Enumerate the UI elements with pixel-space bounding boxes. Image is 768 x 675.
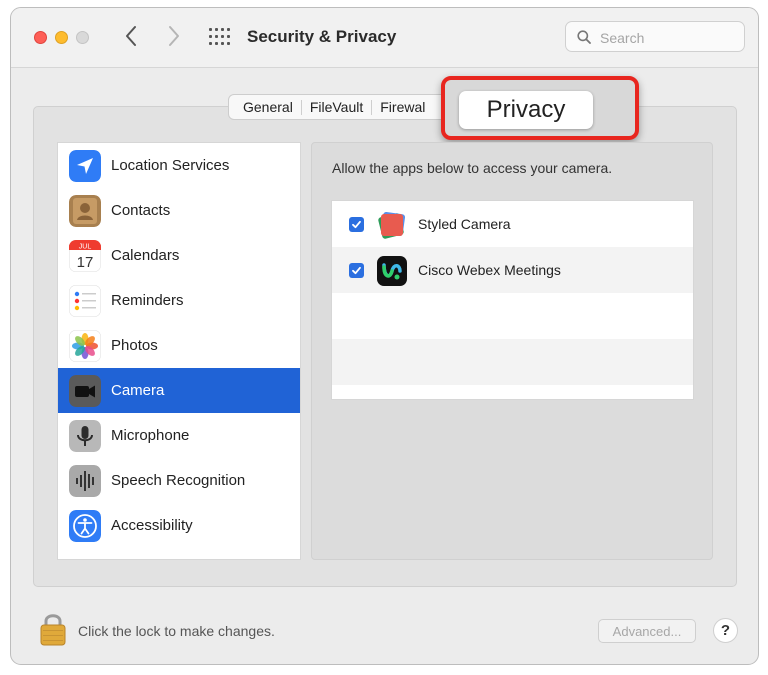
chevron-left-icon <box>126 26 136 46</box>
privacy-tab-highlight: Privacy <box>441 76 639 140</box>
calendar-day: 17 <box>77 254 94 271</box>
search-input[interactable] <box>598 26 742 50</box>
tab-general[interactable]: General <box>235 99 301 115</box>
tab-bar: General FileVault Firewal <box>228 94 458 120</box>
sidebar-item-label: Camera <box>111 382 165 399</box>
camera-access-panel: Allow the apps below to access your came… <box>311 142 713 560</box>
tab-firewall[interactable]: Firewal <box>372 99 433 115</box>
sidebar-item-photos[interactable]: Photos <box>58 323 300 368</box>
close-window-button[interactable] <box>34 31 47 44</box>
calendar-month: JUL <box>79 243 92 250</box>
lock-message: Click the lock to make changes. <box>78 623 275 639</box>
photos-icon <box>69 329 101 362</box>
forward-button[interactable] <box>167 25 181 52</box>
lock-icon[interactable] <box>39 611 67 647</box>
contacts-icon <box>69 194 101 227</box>
sidebar-item-reminders[interactable]: Reminders <box>58 278 300 323</box>
window-title: Security & Privacy <box>247 27 397 46</box>
sidebar-item-label: Speech Recognition <box>111 472 246 489</box>
back-button[interactable] <box>124 25 138 52</box>
checkmark-icon <box>352 220 361 229</box>
reminders-icon <box>69 284 101 317</box>
title-bar: Security & Privacy <box>11 8 758 68</box>
app-checkbox[interactable] <box>349 263 364 278</box>
sidebar-item-speech-recognition[interactable]: Speech Recognition <box>58 458 300 503</box>
sidebar-item-label: Reminders <box>111 292 184 309</box>
help-button[interactable]: ? <box>713 618 738 643</box>
app-row-cisco-webex-meetings: Cisco Webex Meetings <box>332 247 693 293</box>
sidebar-item-label: Accessibility <box>111 517 193 534</box>
accessibility-icon <box>69 509 101 542</box>
sidebar-item-accessibility[interactable]: Accessibility <box>58 503 300 548</box>
advanced-button[interactable]: Advanced... <box>598 619 696 643</box>
checkmark-icon <box>352 266 361 275</box>
app-list: Styled Camera Cisco Webex Meetings <box>331 200 694 400</box>
tab-privacy[interactable]: Privacy <box>459 91 593 129</box>
minimize-window-button[interactable] <box>55 31 68 44</box>
sidebar-item-calendars[interactable]: JUL 17 Calendars <box>58 233 300 278</box>
preferences-window: Security & Privacy General FileVault Fir… <box>10 7 759 665</box>
app-row-styled-camera: Styled Camera <box>332 201 693 247</box>
microphone-icon <box>69 419 101 452</box>
empty-row <box>332 293 693 339</box>
sidebar-item-contacts[interactable]: Contacts <box>58 188 300 233</box>
sidebar-item-label: Location Services <box>111 157 230 174</box>
styled-camera-app-icon <box>378 211 406 239</box>
calendar-icon: JUL 17 <box>69 239 101 272</box>
location-arrow-icon <box>69 149 101 182</box>
webex-app-icon <box>377 256 407 286</box>
show-all-grid-icon[interactable] <box>209 28 230 46</box>
sidebar-item-label: Photos <box>111 337 158 354</box>
privacy-category-list: Location Services Contacts JUL 17 Calend… <box>57 142 301 560</box>
search-icon <box>577 30 591 44</box>
waveform-icon <box>69 464 101 497</box>
app-name: Styled Camera <box>418 216 511 232</box>
sidebar-item-location-services[interactable]: Location Services <box>58 143 300 188</box>
sidebar-item-camera[interactable]: Camera <box>58 368 300 413</box>
camera-access-description: Allow the apps below to access your came… <box>332 160 613 176</box>
app-checkbox[interactable] <box>349 217 364 232</box>
sidebar-item-label: Contacts <box>111 202 171 219</box>
sidebar-item-microphone[interactable]: Microphone <box>58 413 300 458</box>
zoom-window-button[interactable] <box>76 31 89 44</box>
tab-filevault[interactable]: FileVault <box>302 99 371 115</box>
camera-icon <box>69 374 101 407</box>
app-name: Cisco Webex Meetings <box>418 262 561 278</box>
empty-row <box>332 339 693 385</box>
sidebar-item-label: Microphone <box>111 427 190 444</box>
search-field[interactable] <box>565 21 745 52</box>
sidebar-item-label: Calendars <box>111 247 180 264</box>
chevron-right-icon <box>169 26 179 46</box>
